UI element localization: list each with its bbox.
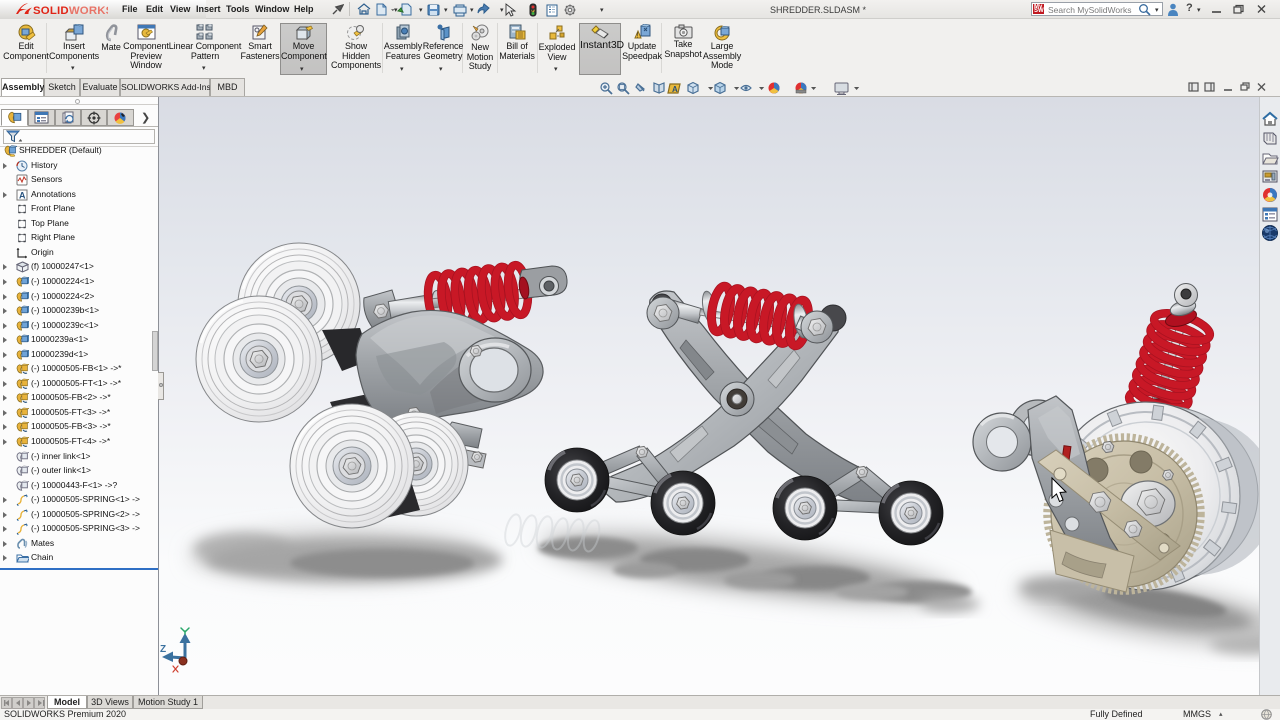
svg-text:!: ! xyxy=(637,33,639,40)
svg-text:SOLIDWORKS: SOLIDWORKS xyxy=(33,5,108,17)
svg-text:A: A xyxy=(19,190,26,200)
svg-text:A: A xyxy=(672,85,678,94)
svg-text:Z: Z xyxy=(160,644,166,655)
